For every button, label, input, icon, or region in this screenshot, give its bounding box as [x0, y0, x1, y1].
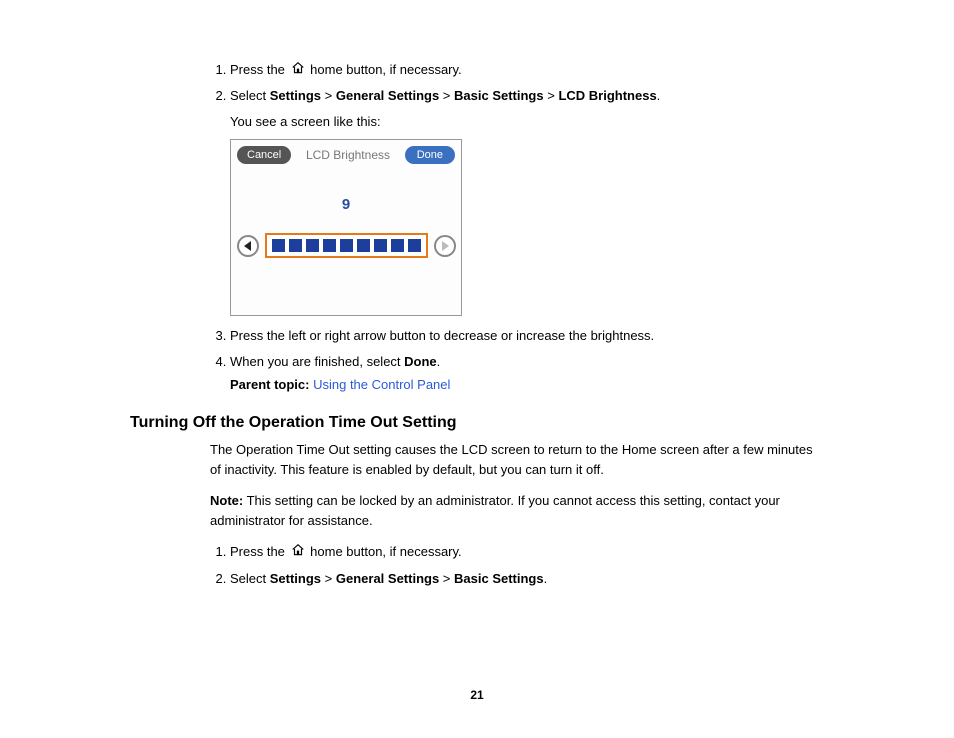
brightness-steps: Press the home button, if necessary. Sel… [200, 60, 824, 131]
step2-gt2: > [439, 88, 454, 103]
section-heading: Turning Off the Operation Time Out Setti… [130, 414, 824, 432]
step2-gt3: > [544, 88, 559, 103]
tstep2-b1: Settings [270, 571, 321, 586]
timeout-steps: Press the home button, if necessary. Sel… [200, 542, 824, 588]
lcd-title: LCD Brightness [306, 148, 390, 162]
brightness-steps-cont: Press the left or right arrow button to … [200, 326, 824, 371]
parent-topic-label: Parent topic: [230, 377, 309, 392]
tstep2-gt2: > [439, 571, 454, 586]
brightness-value: 9 [231, 196, 461, 213]
step2-pre: Select [230, 88, 270, 103]
lcd-header: Cancel LCD Brightness Done [231, 140, 461, 168]
arrow-right-icon[interactable] [434, 235, 456, 257]
step2-sub: You see a screen like this: [230, 112, 824, 132]
home-icon [291, 61, 305, 81]
cancel-button[interactable]: Cancel [237, 146, 291, 164]
slider-block [408, 239, 421, 252]
step2-gt1: > [321, 88, 336, 103]
slider-block [272, 239, 285, 252]
tstep2-gt1: > [321, 571, 336, 586]
step1-text-post: home button, if necessary. [310, 62, 462, 77]
tstep1-pre: Press the [230, 544, 289, 559]
tstep2-pre: Select [230, 571, 270, 586]
step2-b4: LCD Brightness [558, 88, 656, 103]
step2-b3: Basic Settings [454, 88, 544, 103]
tstep2-b3: Basic Settings [454, 571, 544, 586]
slider-block [289, 239, 302, 252]
slider-block [323, 239, 336, 252]
section2-note: Note: This setting can be locked by an a… [210, 491, 824, 530]
step2-b2: General Settings [336, 88, 439, 103]
slider-block [374, 239, 387, 252]
slider-block [357, 239, 370, 252]
step-3: Press the left or right arrow button to … [230, 326, 824, 346]
step4-pre: When you are finished, select [230, 354, 404, 369]
step4-b: Done [404, 354, 437, 369]
step2-post: . [657, 88, 661, 103]
step-2: Select Settings > General Settings > Bas… [230, 86, 824, 131]
parent-topic-link[interactable]: Using the Control Panel [313, 377, 450, 392]
page-number: 21 [0, 688, 954, 702]
step1-text-pre: Press the [230, 62, 289, 77]
t-step-1: Press the home button, if necessary. [230, 542, 824, 562]
slider-block [306, 239, 319, 252]
done-button[interactable]: Done [405, 146, 455, 164]
step-1: Press the home button, if necessary. [230, 60, 824, 80]
t-step-2: Select Settings > General Settings > Bas… [230, 569, 824, 589]
step2-b1: Settings [270, 88, 321, 103]
arrow-left-icon[interactable] [237, 235, 259, 257]
note-label: Note: [210, 493, 243, 508]
step-4: When you are finished, select Done. [230, 352, 824, 372]
step4-post: . [437, 354, 441, 369]
brightness-slider[interactable] [265, 233, 428, 258]
note-text: This setting can be locked by an adminis… [210, 493, 780, 528]
slider-row [231, 233, 461, 258]
tstep1-post: home button, if necessary. [310, 544, 462, 559]
section2-para1: The Operation Time Out setting causes th… [210, 440, 824, 479]
slider-block [391, 239, 404, 252]
lcd-screenshot: Cancel LCD Brightness Done 9 [230, 139, 462, 316]
home-icon [291, 543, 305, 563]
slider-block [340, 239, 353, 252]
parent-topic: Parent topic: Using the Control Panel [230, 377, 824, 392]
tstep2-b2: General Settings [336, 571, 439, 586]
tstep2-post: . [544, 571, 548, 586]
